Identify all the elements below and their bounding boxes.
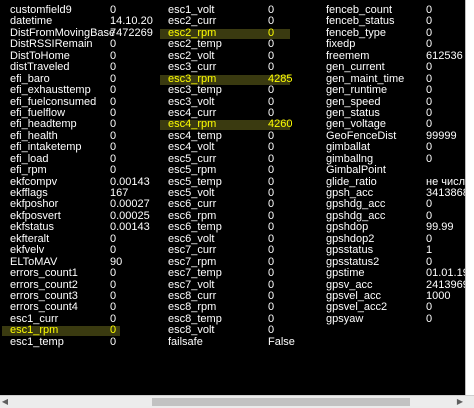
status-item-name: gpstime (326, 267, 365, 280)
status-item-name: esc3_curr (168, 61, 217, 74)
status-item-name: errors_count1 (10, 267, 78, 280)
status-row[interactable]: esc7_curr 0 (158, 244, 318, 257)
status-row[interactable]: esc3_curr 0 (158, 61, 318, 74)
scroll-right-arrow-icon[interactable]: ▶ (455, 396, 465, 408)
status-row[interactable]: gpsyaw 0 (318, 312, 465, 325)
status-item-name: ekfvelv (10, 244, 45, 257)
status-row[interactable]: efi_rpm 0 (0, 164, 158, 177)
status-item-name: distTraveled (10, 61, 70, 74)
status-row[interactable]: esc1_rpm 0 (0, 324, 158, 337)
status-item-value: 0 (426, 312, 433, 325)
status-item-name: GimbalPoint (326, 164, 386, 177)
status-item-name: esc1_rpm (10, 324, 59, 337)
status-item-value: 0 (110, 61, 117, 74)
status-row[interactable]: gen_current 0 (318, 61, 465, 74)
status-item-name: esc7_temp (168, 267, 222, 280)
status-item-value: 0 (110, 141, 117, 154)
status-item-value: 0 (110, 267, 117, 280)
status-item-value: 0 (268, 141, 275, 154)
status-item-name: esc5_rpm (168, 164, 217, 177)
status-row[interactable]: GimbalPoint (318, 164, 465, 177)
status-item-value: 0 (268, 324, 275, 337)
status-row[interactable]: failsafe False (158, 335, 318, 348)
status-row[interactable]: gen_runtime 0 (318, 84, 465, 97)
status-item-value: 1 (426, 244, 433, 257)
horizontal-scrollbar[interactable]: ◀ ▶ (0, 395, 474, 408)
status-item-value: 0 (110, 324, 117, 337)
status-row[interactable]: esc7_temp 0 (158, 267, 318, 280)
status-values-panel: customfield9 0 datetime 14.10.20 DistFromMov… (0, 0, 465, 395)
status-item-name: esc1_temp (10, 335, 64, 348)
status-item-value: 0 (426, 141, 433, 154)
status-item-value: 0 (426, 152, 433, 165)
status-row[interactable]: esc1_temp 0 (0, 335, 158, 348)
status-item-value: 0 (110, 335, 117, 348)
status-item-name: gen_current (326, 61, 385, 74)
status-row[interactable]: ekfvelv 0 (0, 244, 158, 257)
status-item-name: gen_runtime (326, 84, 388, 97)
status-item-name: gpsyaw (326, 312, 364, 325)
status-row[interactable]: distTraveled 0 (0, 61, 158, 74)
status-row[interactable]: gpsstatus 1 (318, 244, 465, 257)
status-column-2: esc1_volt 0 esc2_curr 0 esc2_rpm 0 esc2_temp 0 e… (158, 4, 318, 348)
status-row[interactable]: gpstime 01.01.19 (318, 267, 465, 280)
status-item-value: 0 (268, 244, 275, 257)
status-item-name: efi_exhausttemp (10, 84, 91, 97)
status-item-name: esc4_volt (168, 141, 215, 154)
status-row[interactable]: gimballat 0 (318, 141, 465, 154)
status-row[interactable]: errors_count1 0 (0, 267, 158, 280)
status-column-3: fenceb_count 0 fenceb_status 0 fenceb_type 0 f… (318, 4, 465, 325)
status-column-1: customfield9 0 datetime 14.10.20 DistFromMov… (0, 4, 158, 348)
status-item-value: 0 (110, 164, 117, 177)
status-row[interactable]: efi_intaketemp 0 (0, 141, 158, 154)
status-item-value: 0 (268, 61, 275, 74)
status-item-name: efi_intaketemp (10, 141, 82, 154)
status-item-value: 7472269 (110, 26, 153, 39)
status-item-name: failsafe (168, 335, 203, 348)
status-item-name: gimballat (326, 141, 371, 154)
status-item-value: 0 (110, 84, 117, 97)
status-item-name: gpsstatus (326, 244, 374, 257)
status-item-value: False (268, 335, 295, 348)
status-row[interactable]: esc8_volt 0 (158, 324, 318, 337)
status-item-value: 0 (268, 84, 275, 97)
vertical-scrollbar[interactable] (465, 0, 474, 395)
status-row[interactable]: esc3_temp 0 (158, 84, 318, 97)
status-row[interactable]: esc4_volt 0 (158, 141, 318, 154)
status-item-name: esc3_temp (168, 84, 222, 97)
status-row[interactable]: esc5_rpm 0 (158, 164, 318, 177)
scroll-left-arrow-icon[interactable]: ◀ (0, 396, 10, 408)
status-item-value: 01.01.19 (426, 267, 465, 280)
status-row[interactable]: efi_exhausttemp 0 (0, 84, 158, 97)
status-item-value: 0 (426, 61, 433, 74)
status-item-name: efi_rpm (10, 164, 47, 177)
status-item-value: 0 (268, 164, 275, 177)
status-item-value: 0 (426, 84, 433, 97)
status-item-value: 0 (110, 244, 117, 257)
status-item-name: esc7_curr (168, 244, 217, 257)
horizontal-scroll-thumb[interactable] (152, 398, 410, 406)
status-item-value: 0 (268, 267, 275, 280)
status-item-name: esc8_volt (168, 324, 215, 337)
